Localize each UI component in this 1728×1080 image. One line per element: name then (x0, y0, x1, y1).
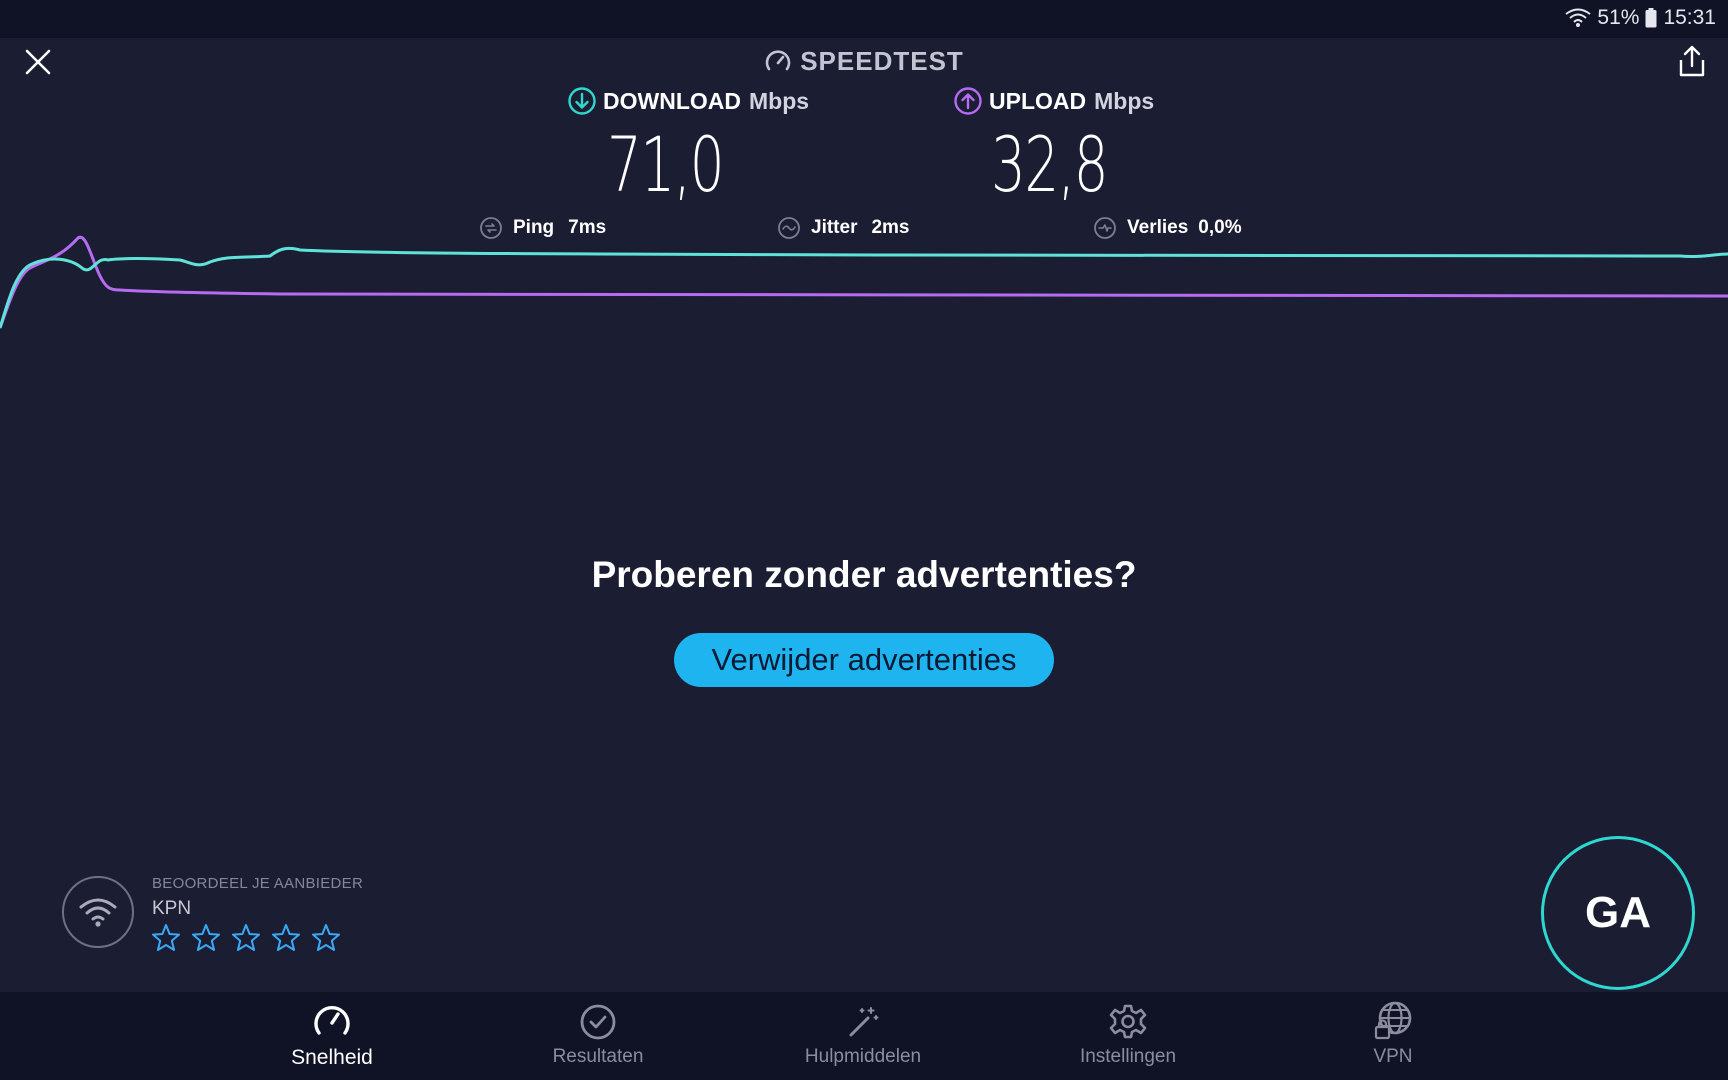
nav-item-instellingen[interactable]: Instellingen (1048, 1000, 1208, 1078)
app-title-text: SPEEDTEST (800, 46, 964, 76)
star-icon[interactable] (310, 922, 342, 954)
nav-label-snelheid: Snelheid (291, 1046, 373, 1069)
globe-lock-icon (1374, 1001, 1412, 1040)
status-bar: 51% 15:31 (0, 0, 1728, 38)
app-title: SPEEDTEST (0, 46, 1728, 77)
status-indicators: 51% 15:31 (1565, 6, 1716, 30)
provider-name: KPN (152, 898, 192, 919)
remove-ads-button[interactable]: Verwijder advertenties (674, 633, 1054, 687)
rating-stars (150, 922, 342, 954)
upload-metric: UPLOAD Mbps 32,8 (953, 86, 1155, 209)
battery-icon (1645, 8, 1657, 28)
go-button-label: GA (1585, 888, 1651, 937)
star-icon[interactable] (270, 922, 302, 954)
wifi-icon (79, 898, 117, 927)
download-graph-line (0, 246, 1728, 329)
speedometer-logo-icon (765, 49, 791, 70)
upload-unit: Mbps (1094, 87, 1155, 114)
magic-wand-icon (849, 1007, 879, 1037)
speedometer-icon (314, 1005, 350, 1035)
nav-label-instellingen: Instellingen (1079, 1046, 1177, 1067)
download-unit: Mbps (748, 87, 810, 114)
upload-graph-line (0, 235, 1728, 329)
nav-label-vpn: VPN (1373, 1046, 1413, 1067)
check-circle-icon (580, 1004, 616, 1040)
star-icon[interactable] (150, 922, 182, 954)
speed-graph (0, 235, 1728, 329)
go-button[interactable]: GA (1541, 836, 1695, 990)
upload-label: UPLOAD (989, 87, 1087, 114)
wifi-status-icon (1565, 8, 1592, 27)
provider-avatar (62, 876, 134, 948)
clock: 15:31 (1663, 6, 1716, 29)
bottom-navigation: Snelheid Resultaten Hulpmiddelen Instell… (0, 992, 1728, 1080)
nav-label-resultaten: Resultaten (552, 1046, 644, 1067)
star-icon[interactable] (190, 922, 222, 954)
rate-provider-label: BEOORDEEL JE AANBIEDER (152, 875, 364, 892)
nav-item-snelheid[interactable]: Snelheid (252, 1000, 412, 1078)
star-icon[interactable] (230, 922, 262, 954)
upload-value: 32,8 (991, 120, 1109, 209)
nav-item-vpn[interactable]: VPN (1313, 1000, 1473, 1078)
battery-percent: 51% (1597, 6, 1640, 29)
nav-item-hulpmiddelen[interactable]: Hulpmiddelen (783, 1000, 943, 1078)
promo-title: Proberen zonder advertenties? (591, 554, 1137, 595)
download-metric: DOWNLOAD Mbps 71,0 (567, 86, 810, 209)
nav-label-hulpmiddelen: Hulpmiddelen (804, 1046, 922, 1067)
download-value: 71,0 (607, 120, 725, 209)
nav-item-resultaten[interactable]: Resultaten (518, 1000, 678, 1078)
gear-icon (1109, 1004, 1147, 1039)
download-arrow-icon (568, 87, 596, 115)
upload-arrow-icon (954, 87, 982, 115)
download-label: DOWNLOAD (603, 87, 741, 114)
